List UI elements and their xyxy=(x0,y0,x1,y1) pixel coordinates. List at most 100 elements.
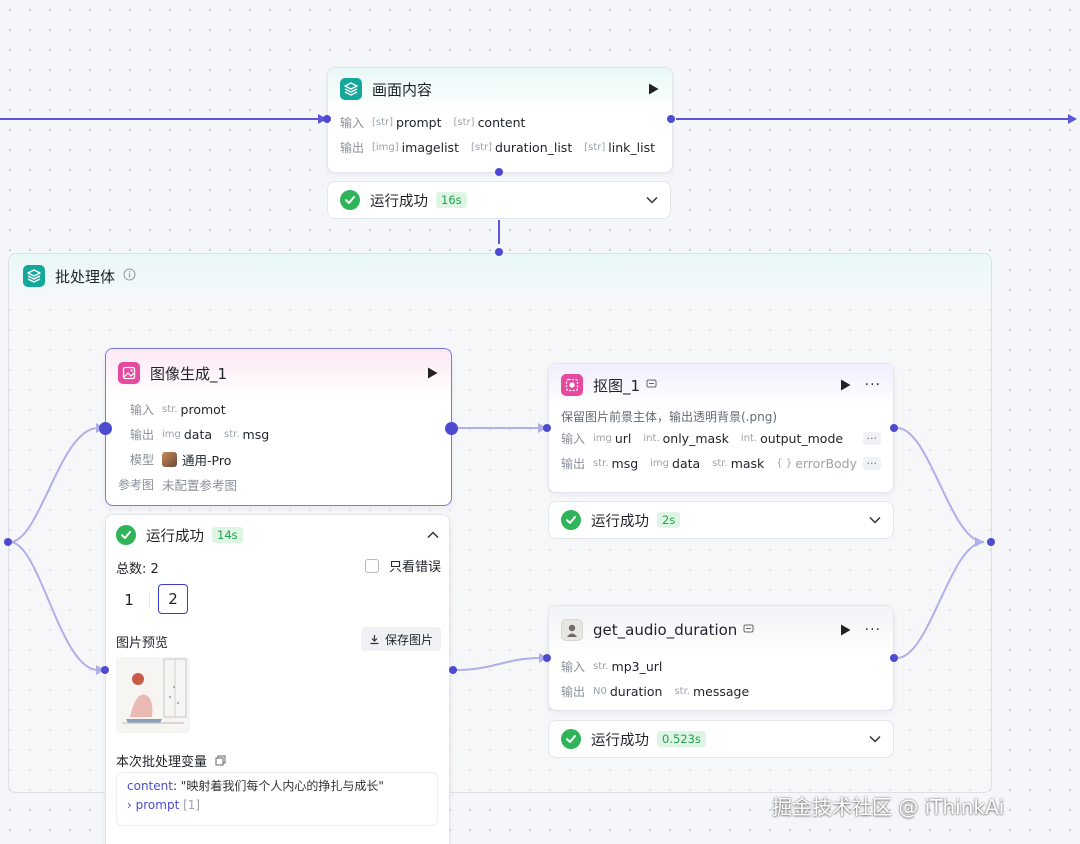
chevron-down-icon[interactable] xyxy=(646,193,658,208)
input-tag: [str] prompt xyxy=(372,115,442,130)
batch-vars-label: 本次批处理变量 xyxy=(116,755,208,770)
node-scene-content[interactable]: 画面内容 输入 [str] prompt [str] content 输出 [img… xyxy=(327,67,673,173)
var-content-key: content xyxy=(127,779,173,793)
batch-header: 批处理体 xyxy=(9,254,991,298)
chevron-down-icon[interactable] xyxy=(869,732,881,747)
input-tag: int. output_mode xyxy=(740,431,844,446)
output-tag: str. message xyxy=(674,684,750,699)
model-row: 模型 通用-Pro xyxy=(106,447,451,472)
cutout-icon xyxy=(561,374,583,396)
output-tag: img data xyxy=(650,456,701,471)
node-cutout[interactable]: 抠图_1 ··· 保留图片前景主体，输出透明背景(.png) 输入 img url… xyxy=(548,363,894,493)
output-tag: str. msg xyxy=(224,427,270,442)
more-outputs-button[interactable]: ··· xyxy=(862,457,881,470)
port-image-in[interactable] xyxy=(99,422,112,435)
layers-icon xyxy=(23,265,45,287)
layers-icon xyxy=(340,78,362,100)
plugin-icon xyxy=(743,623,754,637)
output-tag: [str] duration_list xyxy=(470,140,573,155)
node-header: 抠图_1 ··· xyxy=(549,364,893,406)
only-errors-label: 只看错误 xyxy=(388,560,441,575)
play-icon[interactable] xyxy=(839,623,853,637)
var-prompt-key: prompt xyxy=(135,798,180,812)
status-bar-audio[interactable]: 运行成功 0.523s xyxy=(548,720,894,758)
input-label: 输入 xyxy=(561,432,586,446)
port-image-out[interactable] xyxy=(445,422,458,435)
more-icon[interactable]: ··· xyxy=(865,622,881,638)
save-image-button[interactable]: 保存图片 xyxy=(360,627,441,651)
arrow-head-right-edge xyxy=(1068,114,1077,124)
preview-thumbnail[interactable] xyxy=(116,657,190,733)
output-label: 输出 xyxy=(130,428,155,442)
status-text: 运行成功 xyxy=(370,193,428,210)
batch-vars-box: content: "映射着我们每个人内心的挣扎与成长" › prompt [1] xyxy=(116,772,438,826)
duration-badge: 0.523s xyxy=(657,731,706,747)
model-label: 模型 xyxy=(130,453,155,467)
check-circle-icon xyxy=(340,190,360,210)
page-button-2[interactable]: 2 xyxy=(158,584,188,614)
port-cutout-in[interactable] xyxy=(543,424,551,432)
input-row: 输入 [str] prompt [str] content xyxy=(328,110,672,135)
node-header: 画面内容 xyxy=(328,68,672,110)
preview-label: 图片预览 xyxy=(116,636,169,651)
model-avatar xyxy=(162,452,177,467)
node-image-generation[interactable]: 图像生成_1 输入 str. promot 输出 img data str. msg … xyxy=(105,348,452,506)
port-top-bottom[interactable] xyxy=(495,168,503,176)
output-row: 输出 [img] imagelist [str] duration_list [st… xyxy=(328,135,672,160)
chevron-right-icon[interactable]: › xyxy=(127,798,132,812)
output-tag: [img] imagelist xyxy=(372,140,459,155)
chevron-down-icon[interactable] xyxy=(869,513,881,528)
result-panel-image-generation: 运行成功 14s 总数: 2 只看错误 1 2 图片预览 保存图片 本次批处理变… xyxy=(105,514,450,844)
port-image-second-out[interactable] xyxy=(449,666,457,674)
input-label: 输入 xyxy=(340,116,365,130)
play-icon[interactable] xyxy=(839,378,853,392)
port-audio-out[interactable] xyxy=(890,654,898,662)
input-tag: int. only_mask xyxy=(643,431,729,446)
more-icon[interactable]: ··· xyxy=(865,377,881,393)
port-batch-left[interactable] xyxy=(4,538,12,546)
checkbox-box[interactable] xyxy=(364,558,379,573)
output-tag: N0 duration xyxy=(593,684,663,699)
save-image-label: 保存图片 xyxy=(384,632,433,647)
port-image-second-in[interactable] xyxy=(101,666,109,674)
page-button-1[interactable]: 1 xyxy=(114,585,144,615)
pager-divider xyxy=(149,593,150,609)
port-top-out[interactable] xyxy=(667,115,675,123)
input-label: 输入 xyxy=(561,660,586,674)
copy-icon[interactable] xyxy=(215,755,226,766)
port-batch-top[interactable] xyxy=(495,248,503,256)
port-top-in[interactable] xyxy=(323,115,331,123)
var-content-row: content: "映射着我们每个人内心的挣扎与成长" xyxy=(127,777,427,796)
reference-label: 参考图 xyxy=(118,478,155,492)
status-bar-scene-content[interactable]: 运行成功 16s xyxy=(327,181,671,219)
batch-vars-header: 本次批处理变量 xyxy=(116,751,226,770)
input-tag: img url xyxy=(593,431,632,446)
output-tag: { } errorBody xyxy=(776,456,858,471)
play-icon[interactable] xyxy=(425,366,439,380)
node-title: 画面内容 xyxy=(372,80,433,99)
model-value: 通用-Pro xyxy=(182,453,232,468)
result-header[interactable]: 运行成功 14s xyxy=(106,515,449,555)
chevron-up-icon[interactable] xyxy=(427,528,439,543)
output-row: 输出 img data str. msg xyxy=(106,422,451,447)
status-text: 运行成功 xyxy=(591,732,649,749)
input-tag: str. mp3_url xyxy=(593,659,663,674)
node-header: 图像生成_1 xyxy=(106,349,451,397)
status-bar-cutout[interactable]: 运行成功 2s xyxy=(548,501,894,539)
info-icon[interactable] xyxy=(123,268,136,285)
output-tag: img data xyxy=(162,427,213,442)
status-text: 运行成功 xyxy=(146,528,204,545)
play-icon[interactable] xyxy=(646,82,660,96)
port-merge[interactable] xyxy=(987,538,995,546)
more-inputs-button[interactable]: ··· xyxy=(862,432,881,445)
node-get-audio-duration[interactable]: get_audio_duration ··· 输入 str. mp3_url 输出… xyxy=(548,605,894,711)
node-title: 抠图_1 xyxy=(593,376,641,395)
image-icon xyxy=(118,362,140,384)
input-row: 输入 str. promot xyxy=(106,397,451,422)
plugin-icon xyxy=(646,378,657,392)
only-errors-checkbox[interactable]: 只看错误 xyxy=(364,556,441,575)
port-audio-in[interactable] xyxy=(543,654,551,662)
var-prompt-row[interactable]: › prompt [1] xyxy=(127,796,427,815)
output-row: 输出 str. msg img data str. mask { } errorBody… xyxy=(549,451,893,476)
port-cutout-out[interactable] xyxy=(890,424,898,432)
